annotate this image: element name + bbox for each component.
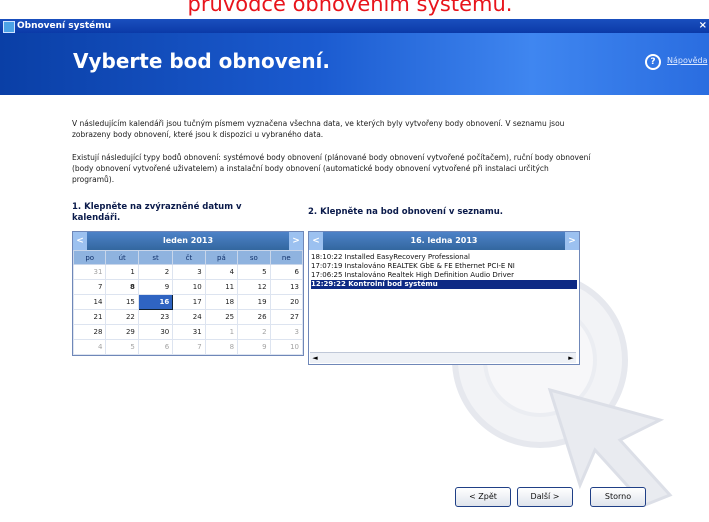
calendar-day[interactable]: 2 — [137, 264, 174, 280]
horizontal-scrollbar[interactable]: ◄ ► — [310, 352, 576, 363]
cancel-button[interactable]: Storno — [590, 487, 646, 507]
calendar-day[interactable]: 8 — [105, 279, 139, 295]
calendar-day[interactable]: 13 — [269, 279, 304, 295]
calendar-day[interactable]: 29 — [105, 324, 139, 340]
calendar-day[interactable]: 9 — [137, 279, 174, 295]
calendar-day[interactable]: 4 — [72, 339, 107, 355]
calendar-header: < leden 2013 > — [73, 232, 303, 250]
help-icon[interactable]: ? — [645, 54, 661, 70]
list-item[interactable]: 17:06:25 Instalováno Realtek High Defini… — [311, 271, 577, 280]
calendar-day[interactable]: 21 — [72, 309, 107, 325]
restore-list-header: < 16. ledna 2013 > — [309, 232, 579, 250]
step2-label: 2. Klepněte na bod obnovení v seznamu. — [308, 207, 504, 217]
calendar-day[interactable]: 3 — [172, 264, 206, 280]
list-next-day-button[interactable]: > — [565, 232, 579, 250]
calendar-day[interactable]: 25 — [204, 309, 239, 325]
restore-point-list[interactable]: < 16. ledna 2013 > 18:10:22 Installed Ea… — [308, 231, 580, 365]
calendar-grid: po út st čt pá so ne 31 1 2 3 4 5 6 7 8 — [72, 250, 304, 355]
calendar-day[interactable]: 30 — [137, 324, 174, 340]
calendar-day[interactable]: 4 — [204, 264, 239, 280]
calendar-day[interactable]: 17 — [172, 294, 206, 310]
calendar-day[interactable]: 24 — [172, 309, 206, 325]
calendar-day[interactable]: 11 — [204, 279, 239, 295]
calendar-day[interactable]: 10 — [269, 339, 304, 355]
window-title: Obnovení systému — [17, 21, 112, 31]
description-paragraph-1: V následujícím kalendáři jsou tučným pís… — [72, 119, 565, 139]
calendar-next-button[interactable]: > — [289, 232, 303, 250]
close-button[interactable]: × — [699, 19, 707, 33]
calendar-day[interactable]: 1 — [204, 324, 239, 340]
weekday-wed: st — [137, 250, 174, 265]
calendar-day[interactable]: 28 — [72, 324, 107, 340]
list-item-selected[interactable]: 12:29:22 Kontrolní bod systému — [311, 280, 577, 289]
weekday-fri: pá — [204, 250, 239, 265]
weekday-sun: ne — [269, 250, 304, 265]
calendar-day[interactable]: 12 — [237, 279, 271, 295]
calendar-day-selected[interactable]: 16 — [137, 294, 174, 310]
weekday-sat: so — [237, 250, 271, 265]
description-paragraph-2: Existují následující typy bodů obnovení:… — [72, 153, 591, 184]
weekday-tue: út — [105, 250, 139, 265]
page-title: Vyberte bod obnovení. — [73, 49, 331, 73]
calendar-day[interactable]: 20 — [269, 294, 304, 310]
calendar-day[interactable]: 6 — [269, 264, 304, 280]
calendar-day[interactable]: 23 — [137, 309, 174, 325]
calendar-day[interactable]: 7 — [172, 339, 206, 355]
calendar-day[interactable]: 5 — [105, 339, 139, 355]
calendar-day[interactable]: 14 — [72, 294, 107, 310]
calendar-day[interactable]: 18 — [204, 294, 239, 310]
calendar-day[interactable]: 27 — [269, 309, 304, 325]
weekday-mon: po — [72, 250, 107, 265]
caption-text: průvodce obnovením systému. — [187, 0, 513, 16]
calendar-day[interactable]: 31 — [72, 264, 107, 280]
scroll-left-icon[interactable]: ◄ — [310, 353, 320, 363]
calendar-day[interactable]: 6 — [137, 339, 174, 355]
back-button[interactable]: < Zpět — [455, 487, 511, 507]
calendar-day[interactable]: 9 — [237, 339, 271, 355]
list-item[interactable]: 18:10:22 Installed EasyRecovery Professi… — [311, 253, 577, 262]
calendar-month-label: leden 2013 — [162, 236, 214, 245]
calendar-day[interactable]: 22 — [105, 309, 139, 325]
step1-label: 1. Klepněte na zvýrazněné datum v kalend… — [72, 202, 242, 223]
restore-list-date: 16. ledna 2013 — [410, 236, 478, 245]
help-link[interactable]: Nápověda — [667, 56, 708, 65]
calendar-day[interactable]: 26 — [237, 309, 271, 325]
calendar-day[interactable]: 19 — [237, 294, 271, 310]
calendar-day[interactable]: 5 — [237, 264, 271, 280]
calendar: < leden 2013 > po út st čt pá so ne 31 1… — [72, 231, 304, 356]
calendar-day[interactable]: 15 — [105, 294, 139, 310]
calendar-day[interactable]: 3 — [269, 324, 304, 340]
calendar-day[interactable]: 7 — [72, 279, 107, 295]
calendar-day[interactable]: 10 — [172, 279, 206, 295]
system-restore-icon — [3, 21, 15, 33]
calendar-day[interactable]: 31 — [172, 324, 206, 340]
restore-list-rows: 18:10:22 Installed EasyRecovery Professi… — [311, 253, 577, 289]
list-item[interactable]: 17:07:19 Instalováno REALTEK GbE & FE Et… — [311, 262, 577, 271]
weekday-thu: čt — [172, 250, 206, 265]
scroll-right-icon[interactable]: ► — [566, 353, 576, 363]
calendar-day[interactable]: 1 — [105, 264, 139, 280]
next-button[interactable]: Další > — [517, 487, 573, 507]
calendar-day[interactable]: 2 — [237, 324, 271, 340]
calendar-day[interactable]: 8 — [204, 339, 239, 355]
window-titlebar: Obnovení systému × — [0, 19, 709, 33]
header-banner: Vyberte bod obnovení. — [0, 33, 709, 95]
